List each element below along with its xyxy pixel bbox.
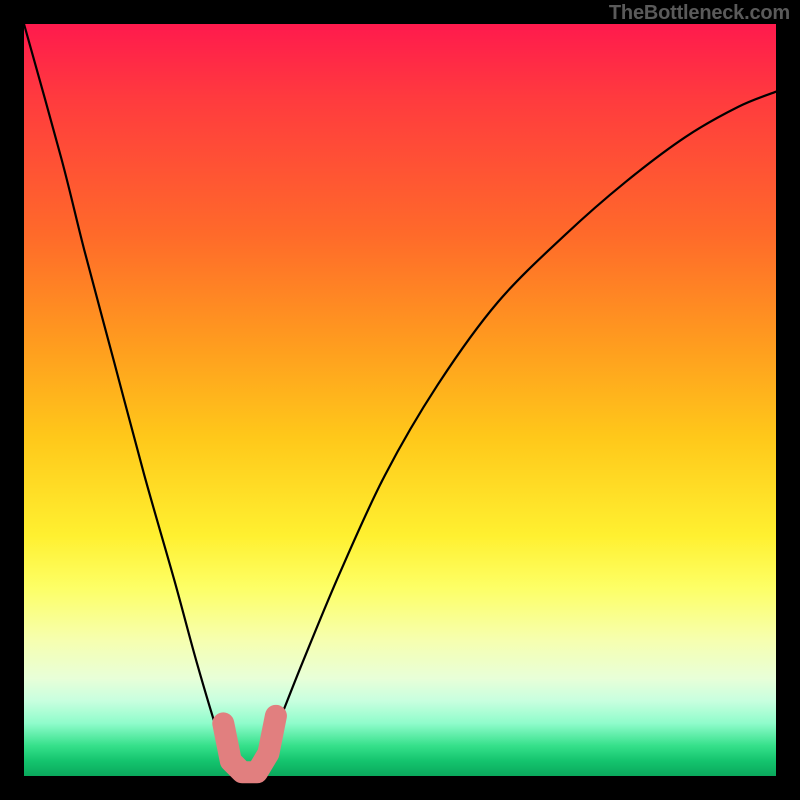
watermark-text: TheBottleneck.com — [609, 2, 790, 25]
optimum-marker — [223, 716, 276, 772]
chart-frame — [24, 24, 776, 776]
bottleneck-curve — [24, 24, 776, 776]
bottleneck-plot — [24, 24, 776, 776]
